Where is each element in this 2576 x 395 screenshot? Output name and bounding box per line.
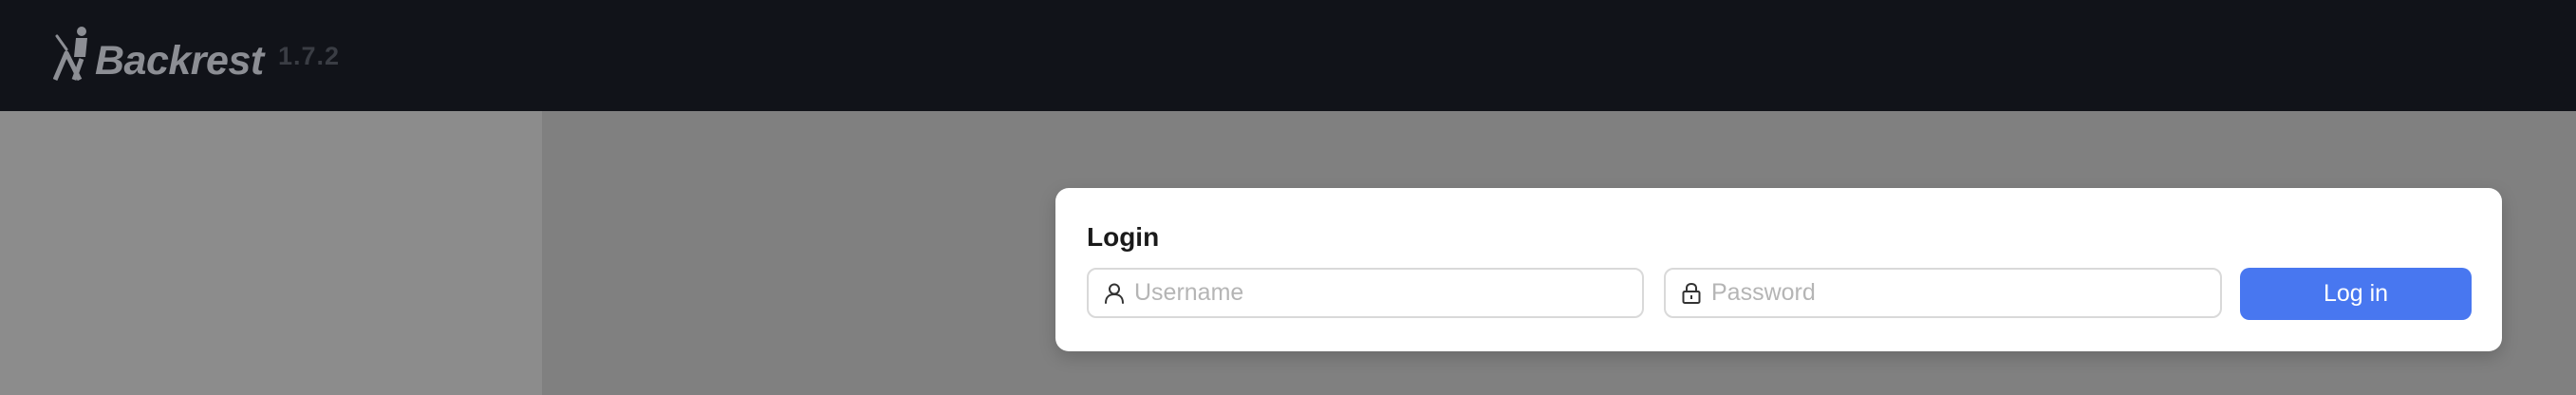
app-name: Backrest <box>95 38 264 84</box>
username-input[interactable] <box>1134 279 1642 307</box>
login-button[interactable]: Log in <box>2240 268 2472 320</box>
username-field[interactable] <box>1087 268 1644 318</box>
lock-icon <box>1682 282 1701 304</box>
login-modal: Login Log in <box>1055 188 2502 351</box>
sidebar-overlay <box>0 111 542 395</box>
password-field[interactable] <box>1664 268 2222 318</box>
user-icon <box>1105 283 1124 304</box>
login-title: Login <box>1087 222 1160 252</box>
password-input[interactable] <box>1711 279 2220 307</box>
app-version: 1.7.2 <box>278 42 341 70</box>
backrest-logo-icon <box>53 27 87 82</box>
page: Backrest 1.7.2 Login Log in <box>0 0 2576 395</box>
app-header: Backrest 1.7.2 <box>0 0 2576 111</box>
app-logo[interactable]: Backrest <box>53 19 264 85</box>
